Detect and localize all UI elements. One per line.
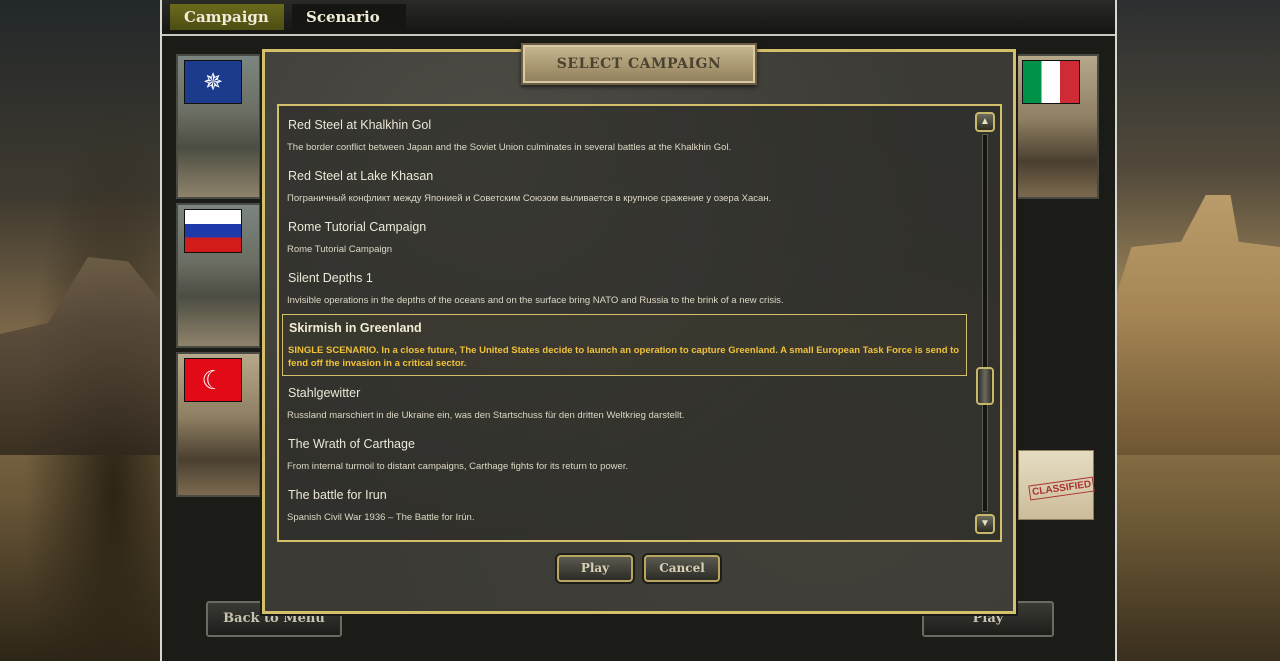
- nato-flag-icon: ✵: [184, 60, 242, 104]
- campaign-title: Silent Depths 1: [288, 271, 373, 285]
- dialog-title: SELECT CAMPAIGN: [521, 43, 757, 85]
- campaign-description: Spanish Civil War 1936 – The Battle for …: [287, 512, 475, 523]
- campaign-title: The battle for Irun: [288, 488, 387, 502]
- campaign-description: Russland marschiert in die Ukraine ein, …: [287, 410, 685, 421]
- campaign-description: Пограничный конфликт между Японией и Сов…: [287, 193, 772, 204]
- campaign-item[interactable]: The Wrath of Carthage From internal turm…: [282, 437, 967, 473]
- tab-campaign[interactable]: Campaign: [170, 4, 284, 30]
- background-left: [0, 0, 162, 661]
- tank-silhouette-left: [0, 257, 160, 455]
- campaign-description: From internal turmoil to distant campaig…: [287, 461, 629, 472]
- italy-flag-icon: [1022, 60, 1080, 104]
- campaign-item-selected[interactable]: Skirmish in Greenland SINGLE SCENARIO. I…: [282, 314, 967, 376]
- campaign-description: The border conflict between Japan and th…: [287, 142, 732, 153]
- campaign-item[interactable]: Silent Depths 1 Invisible operations in …: [282, 271, 967, 307]
- campaign-description: Invisible operations in the depths of th…: [287, 295, 784, 306]
- campaign-item[interactable]: Stahlgewitter Russland marschiert in die…: [282, 386, 967, 422]
- campaign-item[interactable]: Red Steel at Lake Khasan Пограничный кон…: [282, 169, 967, 205]
- nation-tile-turkey[interactable]: ☾: [176, 352, 261, 497]
- select-campaign-dialog: SELECT CAMPAIGN Red Steel at Khalkhin Go…: [262, 43, 1016, 614]
- scroll-thumb[interactable]: [976, 367, 994, 405]
- campaign-title: Red Steel at Lake Khasan: [288, 169, 434, 183]
- scroll-up-arrow-icon[interactable]: ▲: [975, 112, 995, 132]
- campaign-item[interactable]: The battle for Irun Spanish Civil War 19…: [282, 488, 967, 524]
- scroll-track[interactable]: [982, 134, 988, 512]
- folder-stamp: CLASSIFIED: [1028, 476, 1096, 501]
- turkey-flag-icon: ☾: [184, 358, 242, 402]
- campaign-title: Red Steel at Khalkhin Gol: [288, 118, 432, 132]
- campaign-item[interactable]: Rome Tutorial Campaign Rome Tutorial Cam…: [282, 220, 967, 256]
- background-right: [1115, 0, 1280, 661]
- campaign-description: SINGLE SCENARIO. In a close future, The …: [288, 345, 960, 369]
- tank-silhouette-right: [1115, 195, 1280, 455]
- campaign-item[interactable]: Red Steel at Khalkhin Gol The border con…: [282, 118, 967, 154]
- cancel-button[interactable]: Cancel: [644, 555, 720, 582]
- list-scrollbar[interactable]: ▲ ▼: [975, 112, 995, 534]
- classified-folder-icon: CLASSIFIED: [1018, 450, 1096, 520]
- russia-flag-icon: [184, 209, 242, 253]
- nation-tile-italy[interactable]: [1014, 54, 1099, 199]
- campaign-title: Stahlgewitter: [288, 386, 361, 400]
- campaign-title: Rome Tutorial Campaign: [288, 220, 427, 234]
- campaign-title: The Wrath of Carthage: [288, 437, 415, 451]
- play-button[interactable]: Play: [557, 555, 633, 582]
- campaign-list: Red Steel at Khalkhin Gol The border con…: [277, 104, 1002, 542]
- tab-bar: Campaign Scenario: [162, 0, 1115, 36]
- campaign-description: Rome Tutorial Campaign: [287, 244, 393, 255]
- nation-tile-russia[interactable]: [176, 203, 261, 348]
- nation-tile-nato[interactable]: ✵: [176, 54, 261, 199]
- scroll-down-arrow-icon[interactable]: ▼: [975, 514, 995, 534]
- tab-scenario[interactable]: Scenario: [292, 4, 406, 30]
- campaign-title: Skirmish in Greenland: [289, 321, 422, 335]
